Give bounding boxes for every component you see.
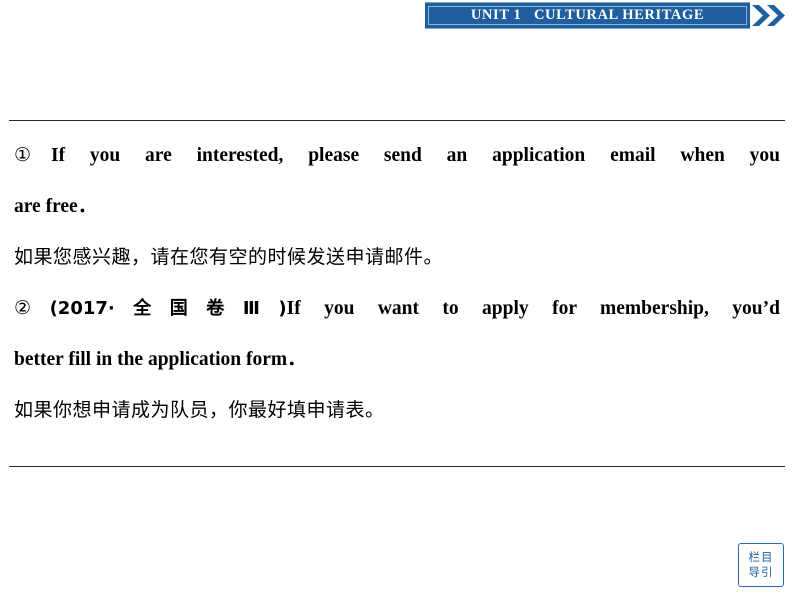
- example-1-marker: ①: [14, 144, 51, 166]
- example-2-marker: ②: [14, 297, 50, 319]
- example-1-english-line-1: ①If you are interested, please send an a…: [14, 130, 780, 181]
- example-2-source: (2017·全国卷Ⅲ): [49, 298, 287, 319]
- example-2-chinese: 如果你想申请成为队员，你最好填申请表。: [14, 399, 385, 421]
- menu-guide-label-line1: 栏目: [748, 550, 774, 564]
- double-chevron-right-icon: [752, 5, 792, 26]
- lesson-content: ①If you are interested, please send an a…: [14, 130, 780, 436]
- divider-top: [9, 120, 785, 121]
- example-1-english-text-1: If you are interested, please send an ap…: [50, 145, 780, 166]
- example-2-english-line-2: better fill in the application form．: [14, 349, 307, 370]
- menu-guide-label-line2: 导引: [748, 565, 774, 579]
- example-2-english-line-1: ②(2017·全国卷Ⅲ)If you want to apply for mem…: [14, 283, 780, 334]
- header-banner: UNIT 1 CULTURAL HERITAGE: [0, 0, 794, 33]
- divider-bottom: [9, 466, 785, 467]
- example-1-english-line-2: are free．: [14, 196, 98, 217]
- unit-title-text: UNIT 1 CULTURAL HERITAGE: [470, 7, 705, 23]
- unit-title-bar: UNIT 1 CULTURAL HERITAGE: [425, 2, 750, 29]
- example-2-english-text-1: If you want to apply for membership, you…: [286, 298, 780, 319]
- menu-guide-button[interactable]: 栏目 导引: [738, 543, 784, 587]
- example-1-chinese: 如果您感兴趣，请在您有空的时候发送申请邮件。: [14, 246, 444, 268]
